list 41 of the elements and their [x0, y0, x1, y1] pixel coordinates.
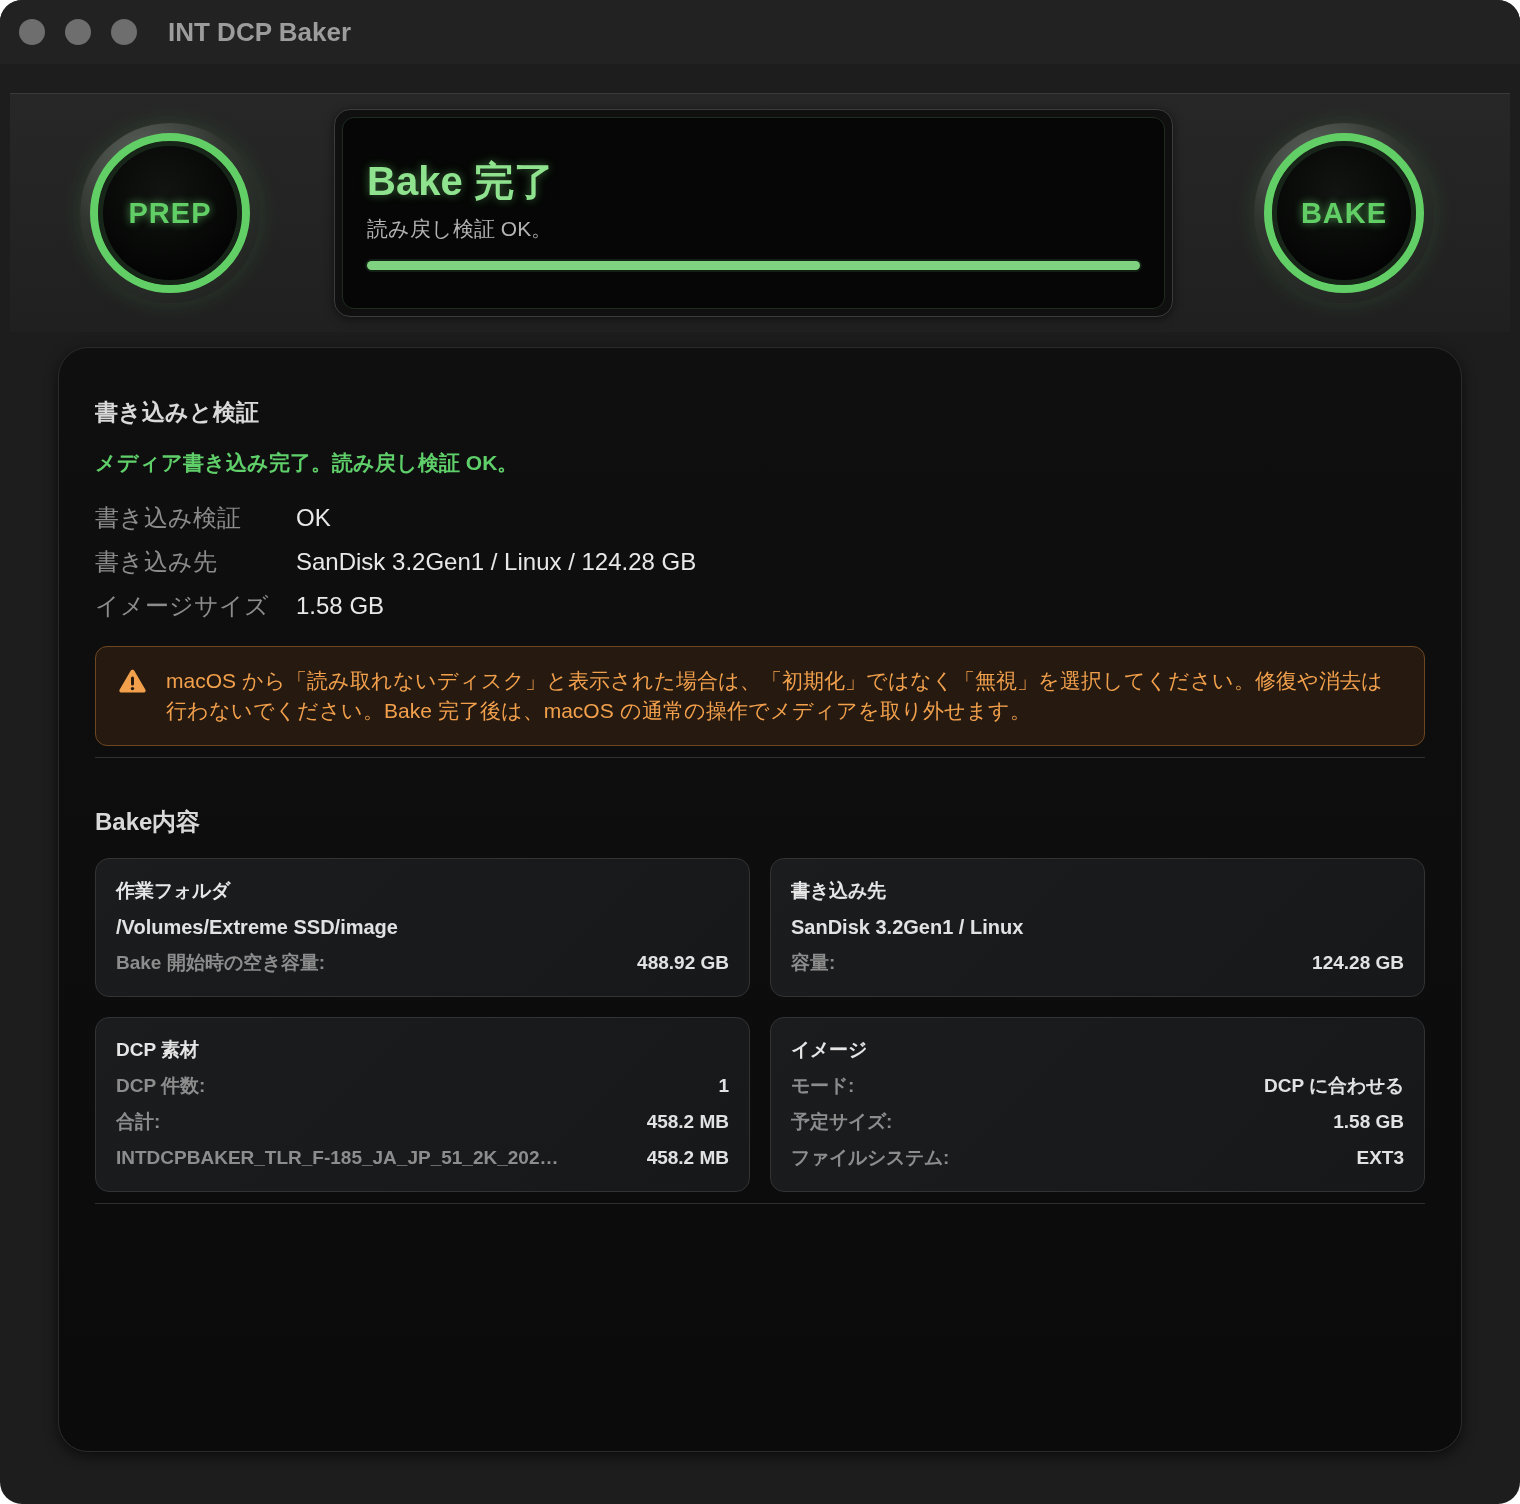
field-value: 458.2 MB [646, 1146, 729, 1170]
card-detail: SanDisk 3.2Gen1 / Linux [791, 915, 1025, 940]
field-label: DCP 件数: [116, 1074, 206, 1098]
field-value: EXT3 [1356, 1146, 1404, 1170]
minimize-button[interactable] [65, 19, 91, 45]
field-label: Bake 開始時の空き容量: [116, 951, 326, 975]
section-heading: Bake内容 [95, 807, 202, 837]
warning-text: macOS から「読み取れないディスク」と表示された場合は、「初期化」ではなく「無視」を選択してください。修復や消去は行わないでください。Bake 完了後は、macOS の通常の操作でメディアを取り外せます。 [166, 668, 1384, 724]
success-message: メディア書き込み完了。読み戻し検証 OK。 [95, 450, 520, 476]
status-subtitle: 読み戻し検証 OK。 [367, 216, 554, 242]
field-label: 書き込み検証 [95, 503, 242, 533]
field-value: SanDisk 3.2Gen1 / Linux / 124.28 GB [296, 547, 697, 577]
field-value: 1.58 GB [296, 591, 386, 621]
field-label: 合計: [116, 1110, 161, 1134]
field-label: INTDCPBAKER_TLR_F-185_JA_JP_51_2K_202… [116, 1146, 559, 1170]
field-value: 1.58 GB [1333, 1110, 1404, 1134]
field-value: 124.28 GB [1312, 951, 1404, 975]
field-label: モード: [791, 1074, 855, 1098]
card-detail: /Volumes/Extreme SSD/image [116, 915, 399, 940]
maximize-button[interactable] [111, 19, 137, 45]
card-title: 書き込み先 [791, 879, 887, 903]
card-title: イメージ [791, 1038, 868, 1062]
card-title: DCP 素材 [116, 1038, 201, 1062]
card-title: 作業フォルダ [116, 879, 232, 903]
close-button[interactable] [19, 19, 45, 45]
bake-button[interactable]: BAKE [1254, 123, 1434, 303]
field-label: ファイルシステム: [791, 1146, 950, 1170]
field-label: 予定サイズ: [791, 1110, 893, 1134]
warning-icon [119, 669, 146, 693]
section-heading: 書き込みと検証 [95, 398, 260, 427]
field-label: イメージサイズ [95, 591, 270, 621]
field-value: 1 [718, 1074, 729, 1098]
field-value: 458.2 MB [646, 1110, 729, 1134]
status-title: Bake 完了 [367, 158, 555, 205]
field-value: OK [296, 503, 332, 533]
field-value: DCP に合わせる [1263, 1074, 1404, 1098]
prep-button[interactable]: PREP [80, 123, 260, 303]
field-label: 書き込み先 [95, 547, 218, 577]
field-value: 488.92 GB [637, 951, 729, 975]
field-label: 容量: [791, 951, 836, 975]
window-title: INT DCP Baker [168, 16, 352, 48]
